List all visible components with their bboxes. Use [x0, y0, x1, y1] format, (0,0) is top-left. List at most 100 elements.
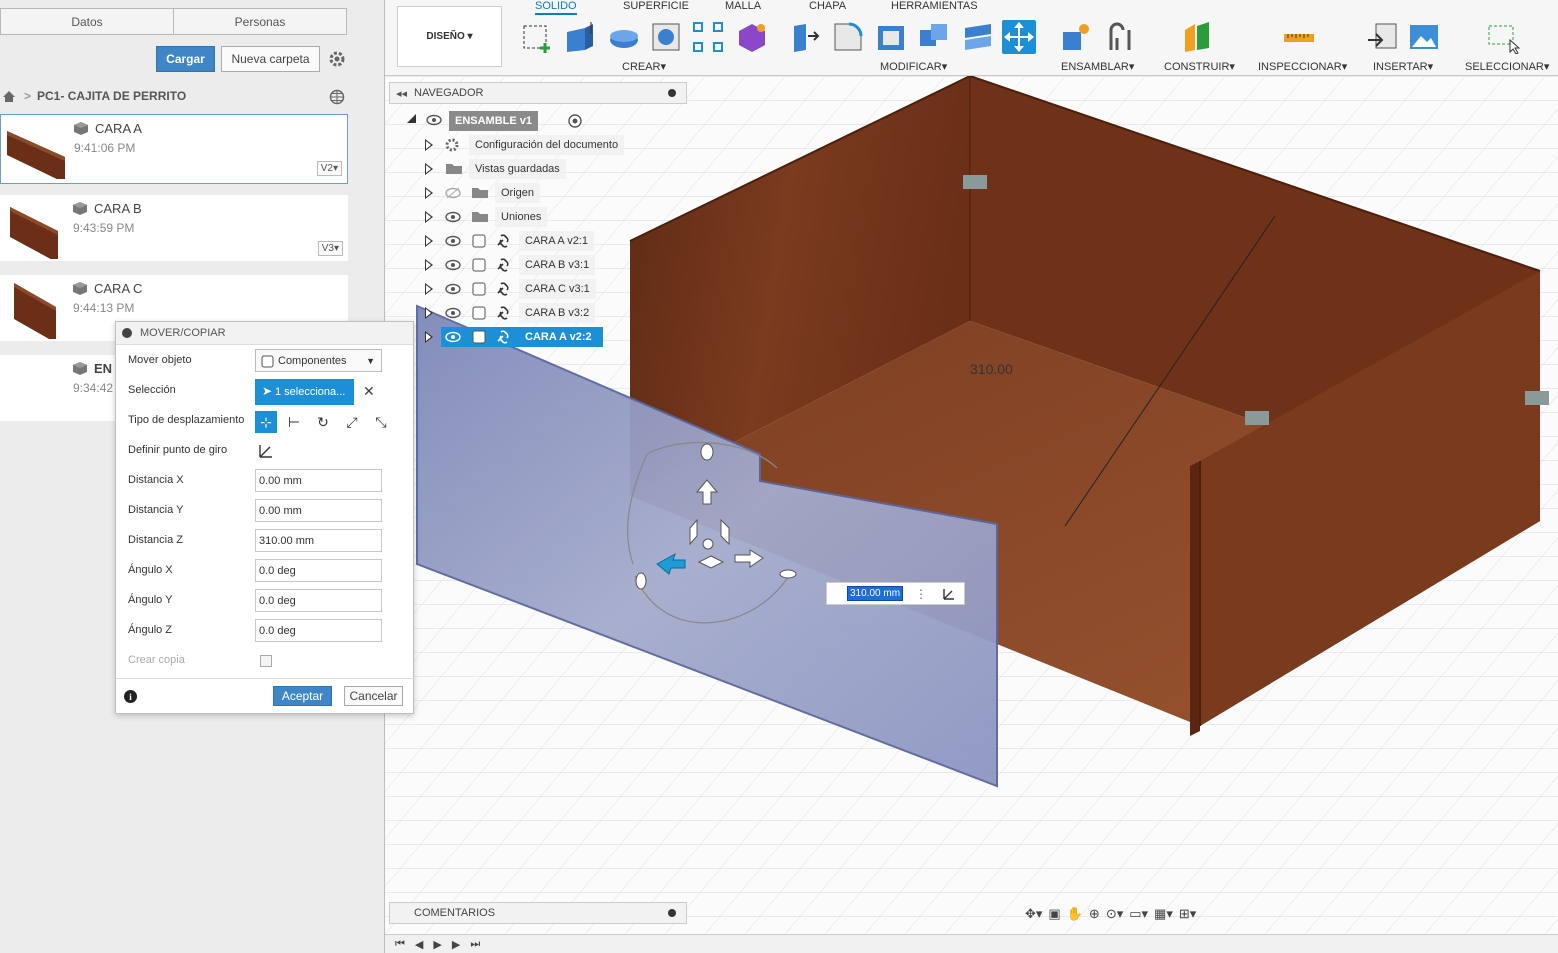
tree-item-component-selected[interactable]: CARA A v2:2	[519, 327, 598, 347]
sketch-icon[interactable]	[520, 20, 554, 54]
tab-superficie[interactable]: SUPERFICIE	[623, 0, 689, 12]
tab-solido[interactable]: SOLIDO	[535, 0, 577, 15]
version-badge[interactable]: V3▾	[317, 241, 343, 256]
file-item[interactable]: CARA B 9:43:59 PM V3▾	[0, 195, 348, 261]
pattern-icon[interactable]	[691, 20, 725, 54]
expand-icon[interactable]	[425, 259, 433, 271]
offset-plane-icon[interactable]	[1181, 20, 1215, 54]
angle-x-input[interactable]: 0.0 deg	[255, 559, 382, 582]
comments-header[interactable]: COMENTARIOS	[389, 902, 687, 924]
timeline-play-icon[interactable]: ▶	[433, 938, 441, 951]
tab-malla[interactable]: MALLA	[725, 0, 761, 12]
new-folder-button[interactable]: Nueva carpeta	[221, 46, 320, 72]
angle-z-input[interactable]: 0.0 deg	[255, 619, 382, 642]
revolve-icon[interactable]	[607, 20, 641, 54]
measure-icon[interactable]	[1282, 20, 1316, 54]
translate-icon[interactable]: ⊢	[283, 411, 305, 433]
eye-icon[interactable]	[445, 330, 461, 344]
orbit-icon[interactable]: ✥▾	[1025, 906, 1042, 922]
viewport-canvas[interactable]: 310.00	[385, 76, 1558, 934]
more-icon[interactable]: ⋮	[915, 587, 927, 601]
tree-item-component[interactable]: CARA C v3:1	[519, 279, 596, 299]
point-to-point-icon[interactable]: ⤢	[341, 411, 363, 433]
tab-chapa[interactable]: CHAPA	[809, 0, 846, 12]
home-icon[interactable]	[2, 90, 16, 103]
joint-icon[interactable]	[963, 175, 987, 189]
tree-item-document-settings[interactable]: Configuración del documento	[469, 135, 625, 155]
activate-icon[interactable]	[568, 114, 582, 128]
joint-icon[interactable]	[1525, 391, 1549, 405]
zoom-window-icon[interactable]: ⊙▾	[1106, 906, 1123, 922]
project-name[interactable]: PC1- CAJITA DE PERRITO	[37, 89, 186, 103]
point-to-position-icon[interactable]: ⤡	[370, 411, 392, 433]
tree-item-saved-views[interactable]: Vistas guardadas	[469, 159, 566, 179]
canvas-image-icon[interactable]	[1407, 20, 1441, 54]
expand-icon[interactable]	[425, 187, 433, 199]
create-copy-checkbox[interactable]	[260, 655, 272, 667]
expand-icon[interactable]	[425, 235, 433, 247]
rotate-icon[interactable]: ↻	[312, 411, 334, 433]
look-at-icon[interactable]: ▣	[1048, 906, 1060, 922]
expand-icon[interactable]	[407, 114, 416, 123]
collapse-icon[interactable]: ◂◂	[396, 87, 407, 100]
version-badge[interactable]: V2▾	[316, 161, 342, 176]
timeline-start-icon[interactable]: ⏮	[395, 938, 405, 951]
group-crear[interactable]: CREAR▾	[622, 60, 666, 73]
new-component-icon[interactable]	[1059, 20, 1093, 54]
eye-icon[interactable]	[445, 282, 461, 296]
pin-icon[interactable]	[668, 89, 676, 97]
joint-icon[interactable]	[1245, 411, 1269, 425]
eye-icon[interactable]	[445, 306, 461, 320]
pan-icon[interactable]: ✋	[1067, 906, 1083, 922]
grid-icon[interactable]: ▦▾	[1154, 906, 1173, 922]
tab-datos[interactable]: Datos	[1, 9, 174, 34]
timeline-next-icon[interactable]: ▶	[452, 938, 460, 951]
selection-button[interactable]: ➤ 1 selecciona...	[255, 379, 354, 405]
joint-tool-icon[interactable]	[1103, 20, 1137, 54]
angle-y-input[interactable]: 0.0 deg	[255, 589, 382, 612]
tree-item-component[interactable]: CARA B v3:1	[519, 255, 596, 275]
tree-item-component[interactable]: CARA B v3:2	[519, 303, 596, 323]
expand-icon[interactable]	[425, 307, 433, 319]
upload-button[interactable]: Cargar	[156, 46, 215, 72]
select-icon[interactable]	[1486, 20, 1520, 54]
extrude-icon[interactable]	[563, 20, 597, 54]
eye-icon[interactable]	[445, 210, 461, 224]
expand-icon[interactable]	[425, 331, 433, 343]
tree-root[interactable]: ENSAMBLE v1	[449, 111, 539, 131]
shell-icon[interactable]	[874, 20, 908, 54]
timeline-prev-icon[interactable]: ◀	[415, 938, 423, 951]
group-inspeccionar[interactable]: INSPECCIONAR▾	[1258, 60, 1347, 73]
zoom-icon[interactable]: ⊕	[1089, 906, 1100, 922]
distance-y-input[interactable]: 0.00 mm	[255, 499, 382, 522]
group-insertar[interactable]: INSERTAR▾	[1373, 60, 1433, 73]
tree-item-joints[interactable]: Uniones	[495, 207, 548, 227]
dialog-header[interactable]: MOVER/COPIAR	[116, 322, 413, 345]
tree-item-origin[interactable]: Origen	[495, 183, 541, 203]
viewports-icon[interactable]: ⊞▾	[1179, 906, 1196, 922]
cancel-button[interactable]: Cancelar	[344, 686, 403, 706]
combine-icon[interactable]	[917, 20, 951, 54]
inline-distance-input[interactable]: 310.00 mm	[847, 586, 904, 601]
expand-icon[interactable]	[425, 163, 433, 175]
clear-selection-icon[interactable]: ✕	[363, 383, 375, 400]
collapse-icon[interactable]	[122, 328, 132, 338]
expand-icon[interactable]	[425, 283, 433, 295]
ok-button[interactable]: Aceptar	[273, 686, 332, 706]
pivot-icon[interactable]	[257, 442, 275, 460]
eye-icon[interactable]	[445, 258, 461, 272]
fillet-icon[interactable]	[831, 20, 865, 54]
globe-icon[interactable]	[329, 89, 345, 105]
workspace-dropdown[interactable]: DISEÑO ▾	[397, 6, 502, 67]
create-form-icon[interactable]	[735, 20, 769, 54]
distance-x-input[interactable]: 0.00 mm	[255, 469, 382, 492]
eye-hidden-icon[interactable]	[445, 186, 461, 200]
group-construir[interactable]: CONSTRUIR▾	[1164, 60, 1235, 73]
hole-icon[interactable]	[649, 20, 683, 54]
move-object-select[interactable]: Componentes ▼	[255, 349, 382, 372]
browser-header[interactable]: ◂◂ NAVEGADOR	[389, 82, 687, 104]
press-pull-icon[interactable]	[788, 20, 822, 54]
split-body-icon[interactable]	[961, 20, 995, 54]
expand-icon[interactable]	[425, 211, 433, 223]
info-icon[interactable]: i	[124, 690, 137, 703]
